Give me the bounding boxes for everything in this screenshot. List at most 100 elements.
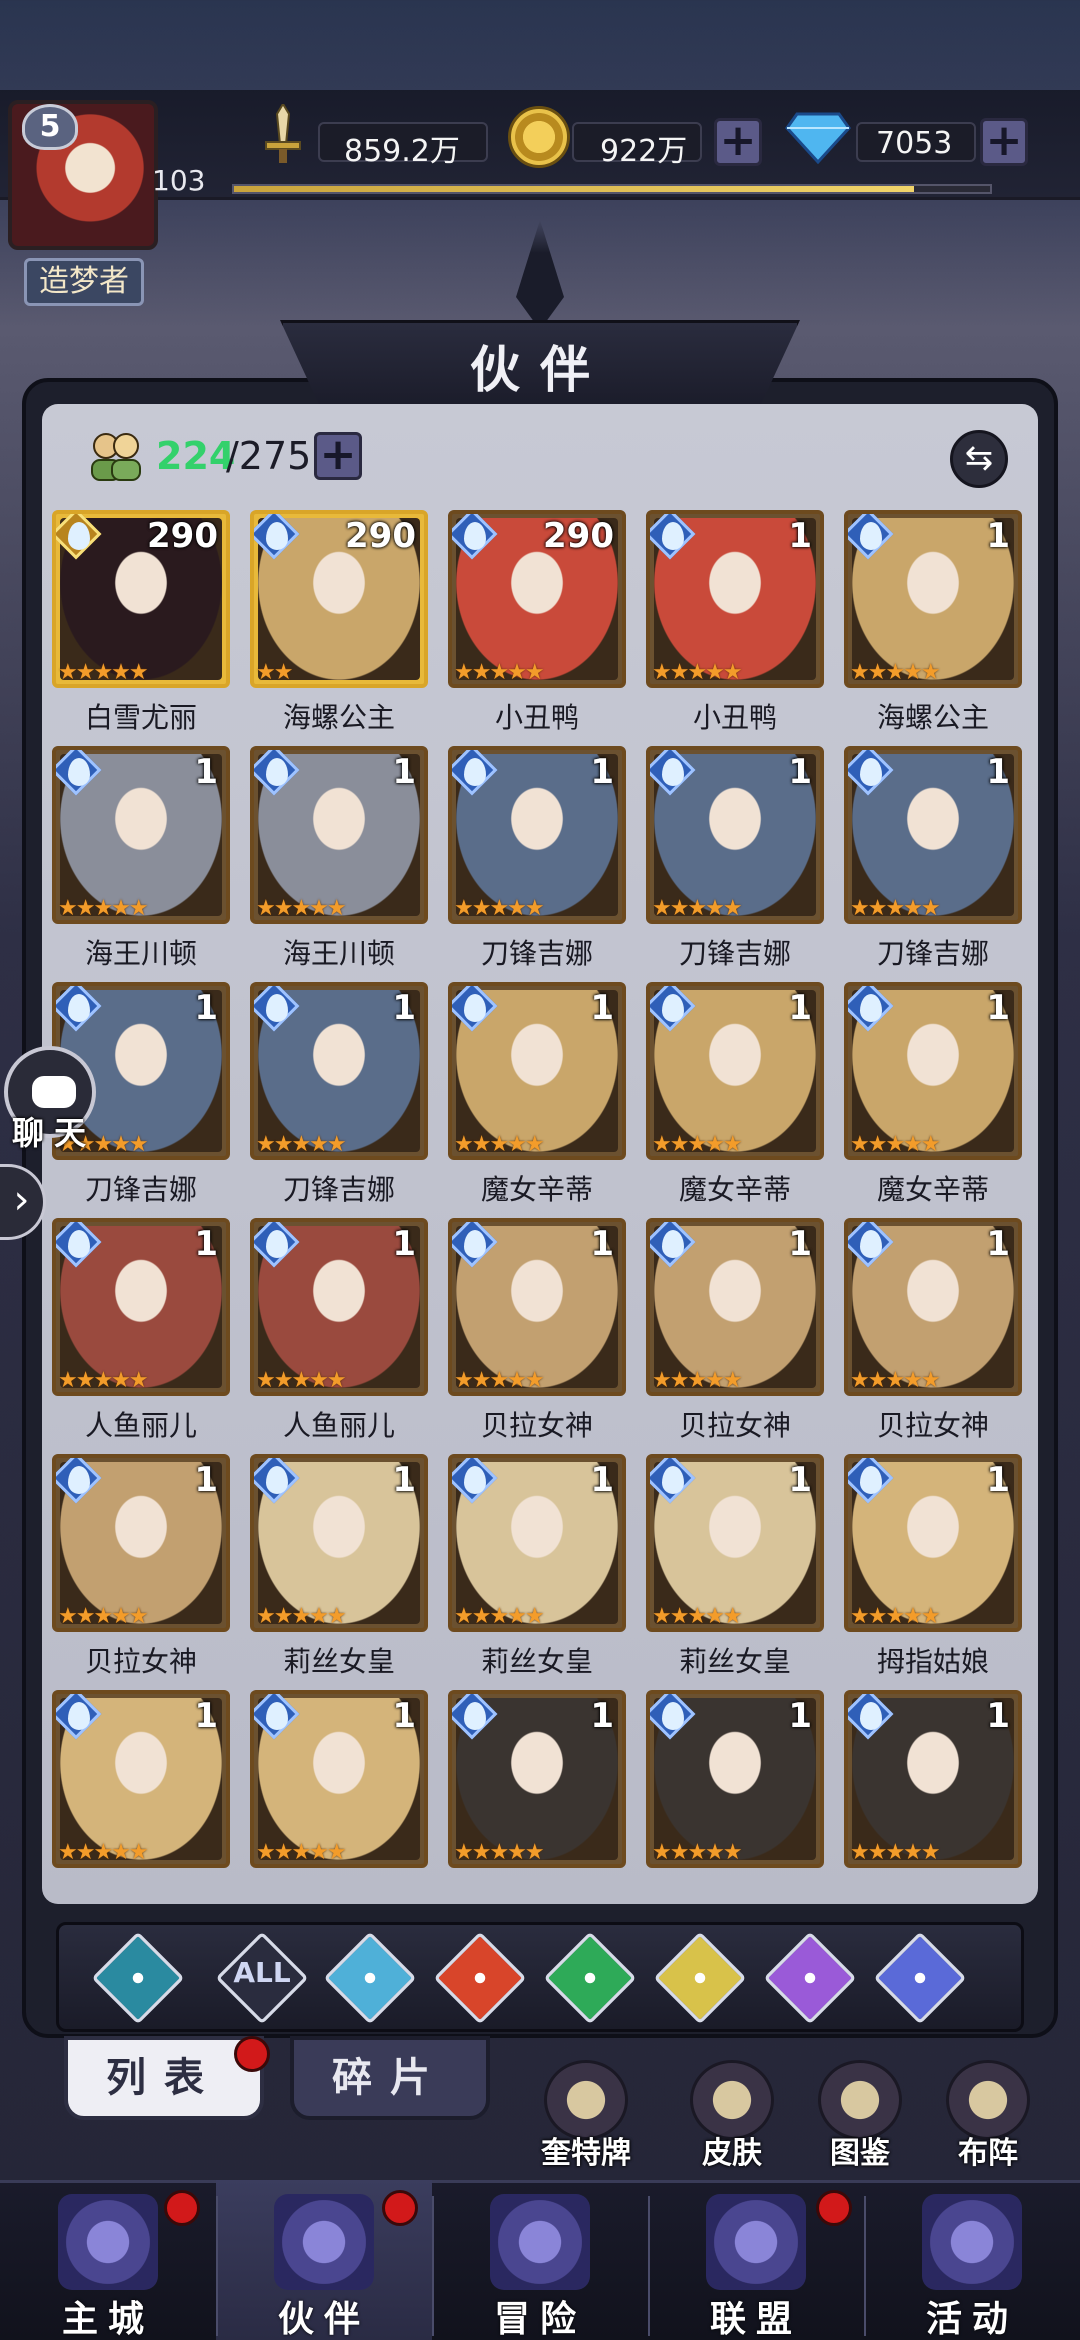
hero-name: 海王川顿 [84,937,197,970]
hero-card[interactable]: 290 ★★★★★ [448,510,626,688]
hero-stars: ★★★★★ [58,1604,149,1629]
hero-name: 海王川顿 [282,937,395,970]
nav-separator [432,2196,434,2336]
hero-level: 1 [986,752,1010,792]
diamond-gem-icon [785,112,851,164]
hero-card[interactable]: 1 ★★★★★ [646,1218,824,1396]
hero-card[interactable]: 1 ★★★★★ [448,746,626,924]
hero-card[interactable]: 1 ★★★★★ [844,1218,1022,1396]
hero-level: 1 [392,752,416,792]
water-drop-icon [662,1702,684,1730]
hero-card[interactable]: 1 ★★★★★ [448,1690,626,1868]
nav-events[interactable]: 活动 [864,2180,1080,2340]
hero-level: 1 [788,1696,812,1736]
hero-name: 莉丝女皇 [282,1645,395,1678]
hero-card[interactable]: 290 ★★ [250,510,428,688]
hero-stars: ★★★★★ [652,1604,743,1629]
hero-level: 290 [543,516,614,556]
gem-display: 7053 [856,112,976,170]
hero-card[interactable]: 1 ★★★★★ [844,1454,1022,1632]
hero-stars: ★★★★★ [850,660,941,685]
water-drop-icon [266,994,288,1022]
formation-shortcut-button[interactable]: 布阵 [928,2060,1048,2171]
hero-card[interactable]: 1 ★★★★★ [250,1454,428,1632]
hero-stars: ★★★★★ [850,1132,941,1157]
hero-card[interactable]: 1 ★★★★★ [646,982,824,1160]
hero-card[interactable]: 1 ★★★★★ [448,1218,626,1396]
tab-fragments[interactable]: 碎片 [290,2036,490,2120]
hero-card[interactable]: 1 ★★★★★ [844,1690,1022,1868]
hero-level: 1 [392,1224,416,1264]
hero-card[interactable]: 1 ★★★★★ [844,982,1022,1160]
hero-stars: ★★★★★ [454,896,545,921]
hero-card[interactable]: 1 ★★★★★ [448,1454,626,1632]
hero-card[interactable]: 1 ★★★★★ [844,510,1022,688]
hero-card[interactable]: 1 ★★★★★ [52,1690,230,1868]
nav-adventure[interactable]: 冒险 [432,2180,648,2340]
water-drop-icon [860,522,882,550]
gold-coin-icon [508,106,570,168]
chat-bubble-icon [32,1076,76,1108]
codex-label: 图鉴 [830,2136,890,2171]
hero-name: 小丑鸭 [692,701,777,734]
sword-icon [265,104,301,163]
alliance-icon [706,2194,806,2290]
hero-level: 1 [194,988,218,1028]
card-deck-shortcut-button[interactable]: 奎特牌 [526,2060,646,2171]
sort-toggle-button[interactable]: ⇆ [950,430,1008,488]
hero-card[interactable]: 1 ★★★★★ [448,982,626,1160]
hero-name: 拇指姑娘 [876,1645,989,1678]
hero-card[interactable]: 1 ★★★★★ [52,746,230,924]
water-drop-icon [266,1702,288,1730]
hero-stars: ★★★★★ [58,1368,149,1393]
nav-main-city-label: 主城 [61,2299,154,2340]
water-drop-icon [662,1466,684,1494]
hero-card[interactable]: 1 ★★★★★ [646,1690,824,1868]
hero-card[interactable]: 1 ★★★★★ [250,1690,428,1868]
nav-events-label: 活动 [925,2299,1018,2340]
main-city-icon [58,2194,158,2290]
hero-stars: ★★★★★ [850,896,941,921]
skin-shortcut-button[interactable]: 皮肤 [672,2060,792,2171]
adventure-icon [490,2194,590,2290]
water-drop-icon [464,758,486,786]
hero-stars: ★★★★★ [454,660,545,685]
partners-icon [274,2194,374,2290]
hero-stars: ★★★★★ [454,1604,545,1629]
player-title[interactable]: 造梦者 [24,258,144,306]
hero-card[interactable]: 1 ★★★★★ [250,1218,428,1396]
formation-label: 布阵 [958,2136,1018,2171]
power-display: 859.2万 [318,112,488,170]
hero-card[interactable]: 1 ★★★★★ [52,1218,230,1396]
expand-roster-button[interactable]: + [314,432,362,480]
hero-level: 1 [392,988,416,1028]
nav-separator [216,2196,218,2336]
hero-card[interactable]: 1 ★★★★★ [250,982,428,1160]
hero-card[interactable]: 1 ★★★★★ [646,1454,824,1632]
hero-stars: ★★★★★ [850,1368,941,1393]
codex-shortcut-button[interactable]: 图鉴 [800,2060,920,2171]
water-drop-icon [68,1702,90,1730]
hero-level: 1 [788,988,812,1028]
add-gold-button[interactable]: + [714,118,762,166]
roster-count-max: /275 [226,434,312,478]
hero-name: 人鱼丽儿 [282,1409,395,1442]
hero-level: 290 [147,516,218,556]
water-drop-icon [860,758,882,786]
hero-card[interactable]: 1 ★★★★★ [52,1454,230,1632]
water-drop-icon [68,522,90,550]
hero-card[interactable]: 1 ★★★★★ [844,746,1022,924]
hero-stars: ★★★★★ [256,1604,347,1629]
hero-card[interactable]: 290 ★★★★★ [52,510,230,688]
water-drop-icon [464,994,486,1022]
add-gems-button[interactable]: + [980,118,1028,166]
hero-card[interactable]: 1 ★★★★★ [646,746,824,924]
gold-display: 922万 [572,112,702,170]
nav-notification-dot [382,2190,418,2226]
hero-name: 莉丝女皇 [480,1645,593,1678]
hero-card[interactable]: 1 ★★★★★ [250,746,428,924]
hero-card[interactable]: 1 ★★★★★ [646,510,824,688]
hero-name: 刀锋吉娜 [876,937,989,970]
hero-level: 1 [986,516,1010,556]
hero-name: 海螺公主 [876,701,989,734]
